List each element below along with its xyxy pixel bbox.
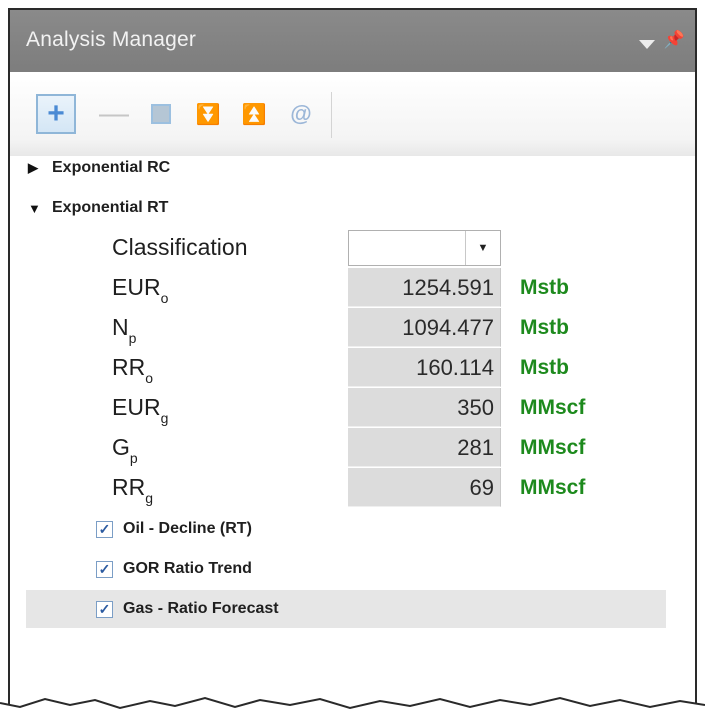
remove-button[interactable]: — — [94, 94, 134, 134]
add-button[interactable]: + — [36, 94, 76, 134]
classification-label: Classification — [112, 234, 248, 260]
eur-gas-value: 350 — [348, 388, 501, 427]
checkbox[interactable]: ✓ — [96, 560, 113, 578]
double-chevron-down-icon: ⏬ — [195, 103, 221, 126]
minus-icon: — — [99, 97, 129, 130]
rr-oil-value: 160.114 — [348, 348, 501, 387]
check-label: Oil - Decline (RT) — [123, 520, 252, 537]
toolbar-separator — [331, 92, 332, 138]
rr-oil-row: RRo 160.114 Mstb — [10, 348, 695, 388]
checkbox[interactable]: ✓ — [96, 600, 113, 618]
rr-gas-value: 69 — [348, 468, 501, 507]
at-button[interactable]: @ — [281, 94, 321, 134]
gp-unit: MMscf — [520, 436, 586, 459]
np-unit: Mstb — [520, 316, 569, 339]
panel-title-bar: Analysis Manager 📌 — [10, 10, 695, 72]
classification-row: Classification ▼ — [10, 228, 695, 268]
check-row-oil-decline[interactable]: ✓ Oil - Decline (RT) — [26, 510, 666, 548]
rr-oil-unit: Mstb — [520, 356, 569, 379]
check-row-gas-ratio-forecast[interactable]: ✓ Gas - Ratio Forecast — [26, 590, 666, 628]
expanded-caret-icon[interactable]: ▼ — [28, 201, 52, 216]
check-label: Gas - Ratio Forecast — [123, 600, 279, 617]
eur-oil-value: 1254.591 — [348, 268, 501, 307]
tree-node-label: Exponential RC — [52, 159, 171, 176]
np-value: 1094.477 — [348, 308, 501, 347]
square-button[interactable] — [141, 94, 181, 134]
pin-icon[interactable]: 📌 — [664, 30, 685, 50]
double-chevron-up-icon: ⏫ — [241, 103, 267, 126]
check-label: GOR Ratio Trend — [123, 560, 252, 577]
np-label: Np — [112, 314, 137, 346]
rr-gas-label: RRg — [112, 474, 154, 506]
eur-oil-row: EURo 1254.591 Mstb — [10, 268, 695, 308]
collapsed-caret-icon[interactable]: ▶ — [28, 160, 52, 176]
square-icon — [151, 104, 171, 124]
checkbox[interactable]: ✓ — [96, 520, 113, 538]
rr-gas-row: RRg 69 MMscf — [10, 468, 695, 508]
dropdown-menu-icon[interactable] — [639, 40, 655, 49]
classification-select[interactable]: ▼ — [348, 230, 501, 266]
toolbar: + — ⏬ ⏫ @ — [10, 72, 695, 156]
plus-icon: + — [47, 97, 65, 130]
tree-node-label: Exponential RT — [52, 199, 169, 216]
gp-row: Gp 281 MMscf — [10, 428, 695, 468]
check-row-gor-ratio-trend[interactable]: ✓ GOR Ratio Trend — [26, 550, 666, 588]
panel-title: Analysis Manager — [26, 28, 197, 51]
move-up-button[interactable]: ⏫ — [234, 94, 274, 134]
eur-oil-label: EURo — [112, 274, 169, 306]
analysis-manager-panel: Analysis Manager 📌 + — ⏬ ⏫ @ ▶ Exponenti… — [8, 8, 697, 721]
eur-gas-unit: MMscf — [520, 396, 586, 419]
eur-gas-row: EURg 350 MMscf — [10, 388, 695, 428]
eur-gas-label: EURg — [112, 394, 169, 426]
chevron-down-icon[interactable]: ▼ — [465, 231, 500, 265]
rr-gas-unit: MMscf — [520, 476, 586, 499]
tree-node-exponential-rt[interactable]: ▼ Exponential RT — [28, 196, 168, 220]
eur-oil-unit: Mstb — [520, 276, 569, 299]
torn-paper-edge — [0, 696, 705, 721]
at-icon: @ — [290, 101, 312, 126]
tree-node-exponential-rc[interactable]: ▶ Exponential RC — [28, 156, 170, 180]
np-row: Np 1094.477 Mstb — [10, 308, 695, 348]
rr-oil-label: RRo — [112, 354, 154, 386]
gp-label: Gp — [112, 434, 138, 466]
gp-value: 281 — [348, 428, 501, 467]
move-down-button[interactable]: ⏬ — [188, 94, 228, 134]
